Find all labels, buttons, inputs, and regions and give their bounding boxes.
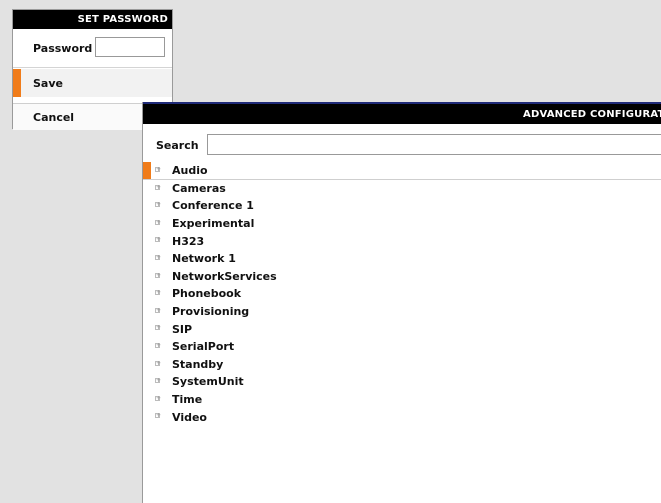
tree-item[interactable]: + Network 1 (143, 250, 661, 268)
tree-item-label: Video (172, 410, 207, 424)
tree-item[interactable]: + NetworkServices (143, 268, 661, 286)
tree-item[interactable]: + SystemUnit (143, 373, 661, 391)
expand-square-icon[interactable]: + (155, 290, 161, 296)
tree-item[interactable]: + SIP (143, 320, 661, 338)
tree-item[interactable]: + Video (143, 408, 661, 426)
tree-item-label: NetworkServices (172, 269, 277, 283)
expand-square-icon[interactable]: + (155, 237, 161, 243)
expand-square-icon[interactable]: + (155, 342, 161, 348)
password-label: Password (33, 41, 93, 55)
cancel-label: Cancel (33, 110, 75, 124)
tree-item[interactable]: + Experimental (143, 215, 661, 233)
expand-square-icon[interactable]: + (155, 395, 161, 401)
expand-square-icon[interactable]: + (155, 272, 161, 278)
search-input[interactable] (207, 134, 661, 155)
expand-square-icon[interactable]: + (155, 378, 161, 384)
tree-item-label: SIP (172, 322, 193, 336)
tree-item-label: Time (172, 393, 203, 407)
divider (13, 67, 172, 68)
configuration-tree: + Audio + Cameras + Conference 1 + Experimental… (143, 162, 661, 426)
tree-item-label: Audio (172, 164, 208, 178)
password-input[interactable] (95, 37, 165, 57)
advanced-configuration-title: ADVANCED CONFIGURATIO (143, 102, 661, 124)
save-button[interactable]: Save (13, 69, 172, 97)
search-row: Search (143, 132, 661, 158)
tree-item[interactable]: + Conference 1 (143, 197, 661, 215)
tree-item[interactable]: + Standby (143, 356, 661, 374)
password-row: Password (13, 34, 172, 62)
expand-square-icon[interactable]: + (155, 219, 161, 225)
advanced-configuration-panel: ADVANCED CONFIGURATIO Search + Audio +Came… (142, 102, 661, 503)
expand-square-icon[interactable]: + (155, 413, 161, 419)
expand-square-icon[interactable]: + (155, 325, 161, 331)
set-password-title: SET PASSWORD (13, 10, 172, 29)
tree-item[interactable]: + Provisioning (143, 303, 661, 321)
tree-item[interactable]: + Audio (143, 162, 661, 180)
selection-marker (13, 69, 21, 97)
expand-square-icon[interactable]: + (155, 202, 161, 208)
search-label: Search (156, 138, 199, 152)
tree-item[interactable]: + SerialPort (143, 338, 661, 356)
selection-marker (143, 162, 151, 180)
tree-item[interactable]: + H323 (143, 232, 661, 250)
tree-item[interactable]: + Time (143, 391, 661, 409)
expand-square-icon[interactable]: + (155, 307, 161, 313)
expand-square-icon[interactable]: + (155, 254, 161, 260)
expand-square-icon[interactable]: + (155, 360, 161, 366)
expand-square-icon[interactable]: + (155, 184, 161, 190)
tree-item[interactable]: + Cameras (143, 180, 661, 198)
tree-item-label: H323 (172, 234, 205, 248)
tree-item[interactable]: + Phonebook (143, 285, 661, 303)
expand-square-icon[interactable]: + (155, 167, 161, 173)
